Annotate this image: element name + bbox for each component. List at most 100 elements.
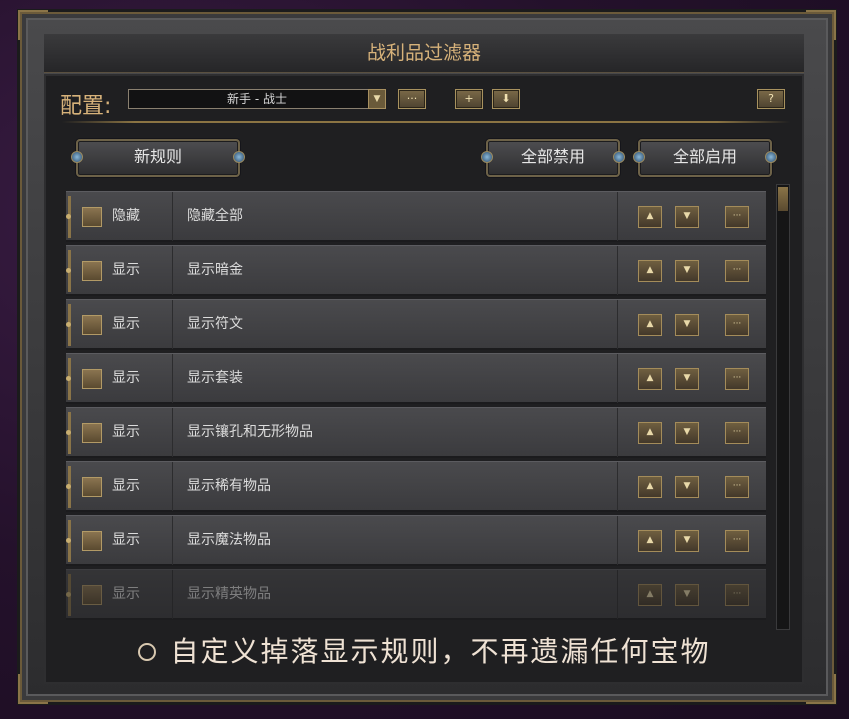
drag-handle-dot	[66, 376, 71, 381]
drag-handle-dot	[66, 430, 71, 435]
column-divider	[172, 516, 173, 565]
rule-enabled-checkbox[interactable]	[82, 207, 102, 227]
enable-all-button[interactable]: 全部启用	[633, 139, 777, 177]
frame-corner	[806, 674, 836, 704]
rule-name: 显示精英物品	[187, 586, 271, 602]
move-up-icon[interactable]: ▲	[638, 530, 662, 552]
drag-handle-dot	[66, 484, 71, 489]
rule-action: 显示	[112, 532, 140, 548]
rule-more-button[interactable]: ···	[725, 314, 749, 336]
add-config-button[interactable]: +	[455, 89, 483, 109]
config-select[interactable]: 新手 - 战士 ▼	[128, 89, 386, 109]
column-divider	[617, 570, 618, 619]
move-down-icon[interactable]: ▼	[675, 260, 699, 282]
rule-row[interactable]: 显示 显示稀有物品 ▲ ▼ ···	[66, 461, 766, 512]
rule-more-button[interactable]: ···	[725, 368, 749, 390]
rule-action: 显示	[112, 424, 140, 440]
rule-name: 显示暗金	[187, 262, 243, 278]
rule-more-button[interactable]: ···	[725, 260, 749, 282]
move-up-icon[interactable]: ▲	[638, 422, 662, 444]
rule-more-button[interactable]: ···	[725, 422, 749, 444]
scrollbar[interactable]	[776, 184, 790, 630]
rule-row[interactable]: 显示 显示精英物品 ▲ ▼ ···	[66, 569, 766, 620]
column-divider	[172, 354, 173, 403]
move-up-icon[interactable]: ▲	[638, 368, 662, 390]
rule-enabled-checkbox[interactable]	[82, 531, 102, 551]
move-down-icon[interactable]: ▼	[675, 422, 699, 444]
new-rule-label: 新规则	[133, 147, 182, 166]
disable-all-button[interactable]: 全部禁用	[481, 139, 625, 177]
rule-name: 显示稀有物品	[187, 478, 271, 494]
rule-row[interactable]: 显示 显示符文 ▲ ▼ ···	[66, 299, 766, 350]
rule-action: 显示	[112, 316, 140, 332]
gem-icon	[233, 151, 245, 163]
import-config-button[interactable]: ⬇	[492, 89, 520, 109]
rule-enabled-checkbox[interactable]	[82, 585, 102, 605]
config-more-button[interactable]: ···	[398, 89, 426, 109]
rule-list: 隐藏 隐藏全部 ▲ ▼ ··· 显示 显示暗金 ▲ ▼ ··· 显示 显示符文 …	[66, 191, 766, 624]
column-divider	[617, 354, 618, 403]
rule-action: 显示	[112, 370, 140, 386]
rule-row[interactable]: 隐藏 隐藏全部 ▲ ▼ ···	[66, 191, 766, 242]
gem-icon	[71, 151, 83, 163]
window-title: 战利品过滤器	[44, 34, 804, 73]
column-divider	[172, 300, 173, 349]
drag-handle-dot	[66, 214, 71, 219]
rule-row[interactable]: 显示 显示魔法物品 ▲ ▼ ···	[66, 515, 766, 566]
column-divider	[172, 246, 173, 295]
move-down-icon[interactable]: ▼	[675, 584, 699, 606]
drag-handle-dot	[66, 592, 71, 597]
column-divider	[172, 462, 173, 511]
drag-handle-dot	[66, 268, 71, 273]
rule-enabled-checkbox[interactable]	[82, 315, 102, 335]
config-label: 配置:	[60, 94, 112, 119]
move-down-icon[interactable]: ▼	[675, 314, 699, 336]
rule-action: 显示	[112, 586, 140, 602]
caption-text: 自定义掉落显示规则，不再遗漏任何宝物	[170, 635, 711, 668]
disable-all-label: 全部禁用	[520, 147, 585, 166]
rule-more-button[interactable]: ···	[725, 530, 749, 552]
column-divider	[617, 462, 618, 511]
move-up-icon[interactable]: ▲	[638, 476, 662, 498]
rule-action: 显示	[112, 262, 140, 278]
scrollbar-thumb[interactable]	[778, 187, 788, 211]
rule-enabled-checkbox[interactable]	[82, 423, 102, 443]
rule-name: 显示套装	[187, 370, 243, 386]
rule-enabled-checkbox[interactable]	[82, 261, 102, 281]
column-divider	[617, 246, 618, 295]
circle-bullet-icon	[138, 642, 157, 661]
rule-name: 显示符文	[187, 316, 243, 332]
frame-corner	[806, 10, 836, 40]
rule-more-button[interactable]: ···	[725, 206, 749, 228]
column-divider	[617, 516, 618, 565]
rule-row[interactable]: 显示 显示套装 ▲ ▼ ···	[66, 353, 766, 404]
rule-row[interactable]: 显示 显示镶孔和无形物品 ▲ ▼ ···	[66, 407, 766, 458]
rule-row[interactable]: 显示 显示暗金 ▲ ▼ ···	[66, 245, 766, 296]
column-divider	[617, 300, 618, 349]
gem-icon	[613, 151, 625, 163]
help-button[interactable]: ?	[757, 89, 785, 109]
rule-more-button[interactable]: ···	[725, 584, 749, 606]
column-divider	[172, 192, 173, 241]
move-up-icon[interactable]: ▲	[638, 314, 662, 336]
chevron-down-icon[interactable]: ▼	[368, 89, 386, 109]
move-up-icon[interactable]: ▲	[638, 206, 662, 228]
move-down-icon[interactable]: ▼	[675, 368, 699, 390]
divider	[62, 121, 790, 123]
drag-handle-dot	[66, 322, 71, 327]
new-rule-button[interactable]: 新规则	[71, 139, 245, 177]
column-divider	[617, 192, 618, 241]
rule-name: 显示魔法物品	[187, 532, 271, 548]
move-down-icon[interactable]: ▼	[675, 206, 699, 228]
move-down-icon[interactable]: ▼	[675, 476, 699, 498]
rule-enabled-checkbox[interactable]	[82, 477, 102, 497]
rule-name: 显示镶孔和无形物品	[187, 424, 313, 440]
column-divider	[172, 408, 173, 457]
move-down-icon[interactable]: ▼	[675, 530, 699, 552]
move-up-icon[interactable]: ▲	[638, 584, 662, 606]
gem-icon	[633, 151, 645, 163]
rule-enabled-checkbox[interactable]	[82, 369, 102, 389]
move-up-icon[interactable]: ▲	[638, 260, 662, 282]
column-divider	[617, 408, 618, 457]
rule-more-button[interactable]: ···	[725, 476, 749, 498]
